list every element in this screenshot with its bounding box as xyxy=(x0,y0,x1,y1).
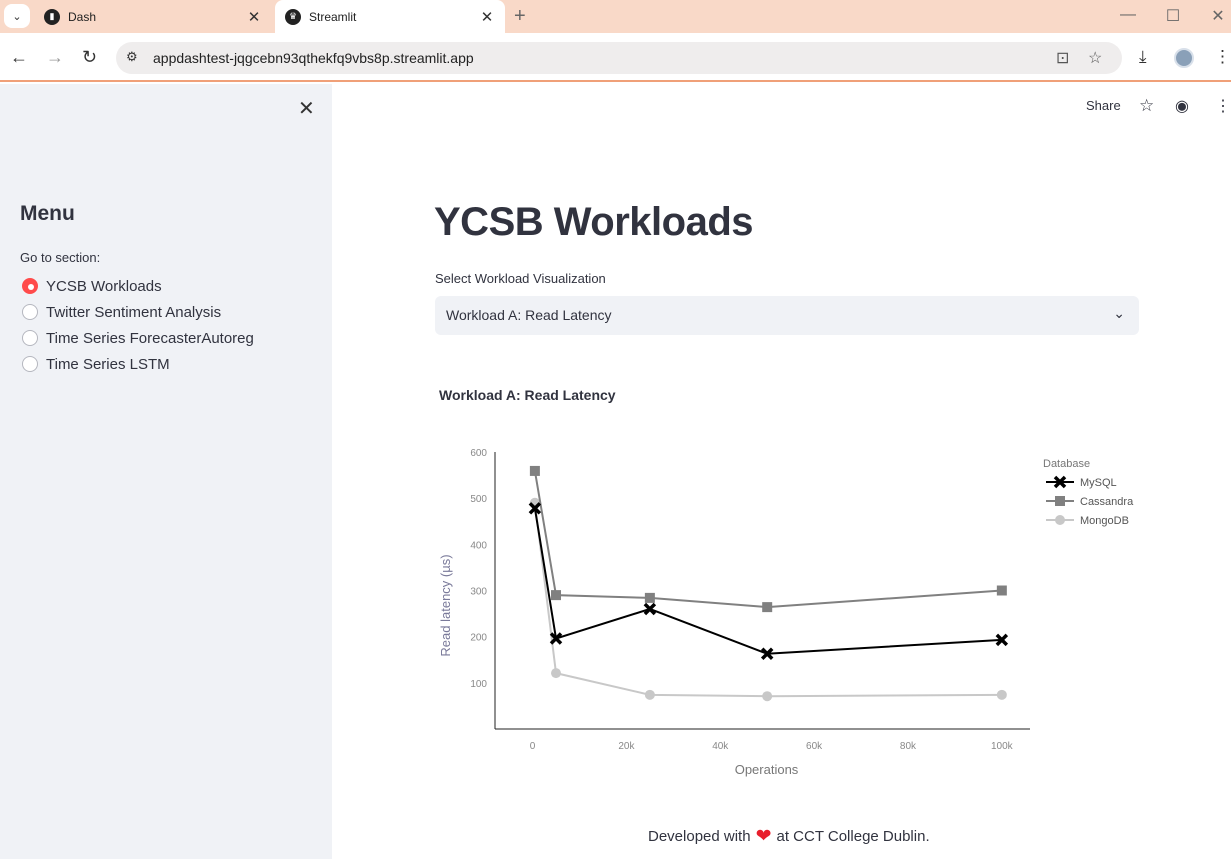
star-icon[interactable]: ☆ xyxy=(1139,96,1154,116)
data-point-cassandra xyxy=(644,592,655,603)
data-point-cassandra xyxy=(551,590,562,601)
page-title: YCSB Workloads xyxy=(434,200,754,244)
data-point-mysql xyxy=(643,602,657,616)
window-close-icon[interactable]: ✕ xyxy=(1195,6,1231,26)
legend-label-mongodb: MongoDB xyxy=(1080,515,1129,527)
y-tick-label: 600 xyxy=(470,448,487,459)
profile-avatar[interactable] xyxy=(1174,48,1194,68)
radio-label: Time Series ForecasterAutoreg xyxy=(46,329,254,347)
radio-option-forecaster[interactable]: Time Series ForecasterAutoreg xyxy=(22,328,254,348)
select-value: Workload A: Read Latency xyxy=(446,307,612,323)
radio-label: Twitter Sentiment Analysis xyxy=(46,303,222,321)
data-point-mysql xyxy=(995,633,1009,647)
tab-search-button[interactable]: ⌄ xyxy=(4,4,30,28)
tab-close-icon[interactable]: ✕ xyxy=(244,8,264,26)
minimize-icon[interactable]: — xyxy=(1105,6,1151,24)
series-line-mysql xyxy=(533,508,1002,655)
data-point-mongodb xyxy=(996,689,1007,700)
x-axis-label: Operations xyxy=(735,762,799,777)
data-point-mysql xyxy=(549,632,563,645)
tab-close-icon[interactable]: ✕ xyxy=(477,8,497,26)
legend-marker-mysql xyxy=(1053,475,1067,489)
data-point-mongodb xyxy=(644,689,655,700)
radio-label: YCSB Workloads xyxy=(46,277,162,295)
legend-label-cassandra: Cassandra xyxy=(1080,496,1134,508)
share-button[interactable]: Share xyxy=(1086,98,1121,113)
reload-icon[interactable]: ↻ xyxy=(82,47,97,68)
sidebar-close-icon[interactable]: ✕ xyxy=(298,96,315,121)
sidebar: ✕ Menu Go to section: YCSB Workloads Twi… xyxy=(0,84,332,859)
x-tick-label: 40k xyxy=(712,741,729,752)
tab-title: Streamlit xyxy=(309,9,357,24)
legend-marker-mongodb xyxy=(1055,515,1065,525)
tab-streamlit[interactable]: ♛ Streamlit ✕ xyxy=(275,0,505,33)
heart-icon: ❤ xyxy=(755,826,772,847)
x-tick-label: 20k xyxy=(618,741,635,752)
footer: Developed with ❤ at CCT College Dublin. xyxy=(648,826,930,847)
radio-unselected-icon[interactable] xyxy=(22,356,38,372)
chevron-down-icon: ⌄ xyxy=(1113,305,1125,321)
forward-icon[interactable]: → xyxy=(46,47,64,68)
x-tick-label: 0 xyxy=(530,741,536,752)
radio-label: Time Series LSTM xyxy=(46,355,170,373)
series-line-cassandra xyxy=(533,470,1002,609)
data-point-cassandra xyxy=(762,602,773,613)
data-point-mongodb xyxy=(551,668,562,679)
install-app-icon[interactable]: ⊡ xyxy=(1056,48,1069,68)
sidebar-title: Menu xyxy=(20,202,75,225)
footer-suffix: at CCT College Dublin. xyxy=(776,828,930,845)
streamlit-favicon-icon: ♛ xyxy=(285,8,301,25)
legend-label-mysql: MySQL xyxy=(1080,477,1117,489)
x-tick-label: 100k xyxy=(991,741,1014,752)
radio-option-twitter[interactable]: Twitter Sentiment Analysis xyxy=(22,302,221,322)
radio-unselected-icon[interactable] xyxy=(22,330,38,346)
data-point-mongodb xyxy=(529,497,540,508)
data-point-cassandra xyxy=(529,465,540,476)
tab-dash[interactable]: ▮ Dash ✕ xyxy=(34,0,272,33)
data-point-mongodb xyxy=(762,691,773,702)
tab-title: Dash xyxy=(68,9,97,24)
dash-favicon-icon: ▮ xyxy=(44,8,60,25)
section-label: Go to section: xyxy=(20,250,101,265)
y-tick-label: 200 xyxy=(470,633,487,644)
y-axis-label: Read latency (µs) xyxy=(438,554,453,656)
legend-marker-cassandra xyxy=(1055,496,1065,506)
omnibox[interactable]: ⚙ appdashtest-jqgcebn93qthekfq9vbs8p.str… xyxy=(116,42,1122,74)
back-icon[interactable]: ← xyxy=(10,47,28,68)
address-toolbar: ← → ↻ ⚙ appdashtest-jqgcebn93qthekfq9vbs… xyxy=(0,33,1231,82)
x-tick-label: 80k xyxy=(900,741,917,752)
x-tick-label: 60k xyxy=(806,741,823,752)
browser-tab-bar: ⌄ ▮ Dash ✕ ♛ Streamlit ✕ + — ☐ ✕ xyxy=(0,0,1231,33)
site-settings-icon[interactable]: ⚙ xyxy=(126,49,138,65)
footer-prefix: Developed with xyxy=(648,828,751,845)
app-menu-icon[interactable]: ⋮ xyxy=(1215,96,1231,116)
bookmark-star-icon[interactable]: ☆ xyxy=(1088,48,1102,68)
radio-option-ycsb[interactable]: YCSB Workloads xyxy=(22,276,162,296)
select-label: Select Workload Visualization xyxy=(435,271,606,286)
y-tick-label: 500 xyxy=(470,494,487,505)
y-tick-label: 300 xyxy=(470,587,487,598)
url-text[interactable]: appdashtest-jqgcebn93qthekfq9vbs8p.strea… xyxy=(153,50,474,66)
data-point-mysql xyxy=(760,647,774,660)
data-point-cassandra xyxy=(996,585,1007,596)
github-icon[interactable]: ◉ xyxy=(1175,96,1189,116)
browser-menu-icon[interactable]: ⋮ xyxy=(1214,47,1231,67)
radio-selected-icon[interactable] xyxy=(22,278,38,294)
series-line-mongodb xyxy=(533,502,1002,698)
legend-title: Database xyxy=(1043,458,1090,470)
radio-option-lstm[interactable]: Time Series LSTM xyxy=(22,354,170,374)
chart-title: Workload A: Read Latency xyxy=(439,387,616,403)
y-tick-label: 100 xyxy=(470,679,487,690)
workload-select[interactable]: Workload A: Read Latency ⌄ xyxy=(435,296,1139,335)
radio-unselected-icon[interactable] xyxy=(22,304,38,320)
new-tab-icon[interactable]: + xyxy=(514,5,526,28)
y-tick-label: 400 xyxy=(470,540,487,551)
data-point-mysql xyxy=(528,502,542,515)
download-icon[interactable]: ⤓ xyxy=(1139,47,1147,67)
maximize-icon[interactable]: ☐ xyxy=(1150,6,1196,26)
